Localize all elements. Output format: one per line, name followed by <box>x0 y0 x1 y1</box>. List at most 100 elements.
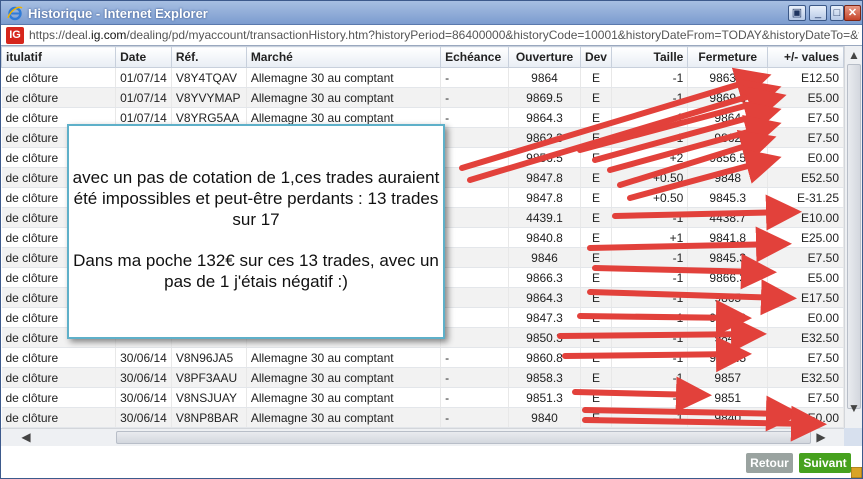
table-cell: -1 <box>611 207 689 228</box>
table-cell: 9860.8 <box>508 347 581 368</box>
table-cell: - <box>440 87 510 108</box>
table-cell: 9864 <box>508 67 581 88</box>
url-text[interactable]: https://deal.ig.com/dealing/pd/myaccount… <box>29 28 859 42</box>
table-cell: E32.50 <box>767 327 844 348</box>
table-row[interactable]: de clôture 30/06/14 V8NSJUAY Allemagne 30 a… <box>1 387 844 408</box>
table-cell: V8N96JA5 <box>171 347 247 368</box>
resize-grip-icon[interactable] <box>851 467 862 478</box>
table-cell: E7.50 <box>767 347 844 368</box>
scroll-down-icon[interactable]: ▼ <box>845 401 863 415</box>
table-cell: 9865 <box>687 287 769 308</box>
table-cell: E <box>580 127 612 148</box>
table-cell: -1 <box>611 367 689 388</box>
scroll-right-icon[interactable]: ▶ <box>812 430 830 444</box>
table-cell: -1 <box>611 267 689 288</box>
column-header[interactable]: Réf. <box>170 46 247 68</box>
column-header[interactable]: Date <box>115 46 172 68</box>
table-row[interactable]: de clôture 30/06/14 V8N96JA5 Allemagne 30 a… <box>1 347 844 368</box>
table-cell: 9847.3 <box>508 307 581 328</box>
table-cell: 9840 <box>508 407 581 428</box>
table-row[interactable]: de clôture 01/07/14 V8YVYMAP Allemagne 30 a… <box>1 87 844 108</box>
scroll-left-icon[interactable]: ◀ <box>17 430 35 444</box>
table-cell: 9856.5 <box>687 147 769 168</box>
column-header[interactable]: Dev <box>579 46 612 68</box>
address-bar[interactable]: IG https://deal.ig.com/dealing/pd/myacco… <box>1 25 862 46</box>
table-cell: 9862.3 <box>508 127 581 148</box>
table-cell: V8NP8BAR <box>171 407 247 428</box>
scroll-up-icon[interactable]: ▲ <box>845 48 863 62</box>
table-cell: 30/06/14 <box>115 407 172 428</box>
next-button[interactable]: Suivant <box>799 453 851 473</box>
maximize-button[interactable]: □ <box>830 5 844 21</box>
minimize-button[interactable]: _ <box>809 5 827 21</box>
horizontal-scrollbar[interactable]: ◀ ▶ <box>1 428 844 446</box>
table-cell: - <box>440 67 510 88</box>
vertical-scroll-thumb[interactable] <box>847 64 861 409</box>
table-cell: E <box>580 147 612 168</box>
footer-bar: Retour Suivant <box>1 446 862 478</box>
table-cell: 9864.3 <box>508 287 581 308</box>
table-cell: E7.50 <box>767 247 844 268</box>
table-cell: E5.00 <box>767 87 844 108</box>
column-header[interactable]: Fermeture <box>687 46 769 68</box>
table-cell: -1 <box>611 387 689 408</box>
annotation-text-1: avec un pas de cotation de 1,ces trades … <box>72 168 440 229</box>
back-button[interactable]: Retour <box>746 453 793 473</box>
table-cell: E <box>580 327 612 348</box>
table-cell: 9858.3 <box>508 367 581 388</box>
vertical-scrollbar[interactable]: ▲ ▼ <box>844 46 862 428</box>
table-cell: E17.50 <box>767 287 844 308</box>
table-cell <box>440 147 510 168</box>
column-header[interactable]: Marché <box>245 46 442 68</box>
table-row[interactable]: de clôture 30/06/14 V8NP8BAR Allemagne 30 a… <box>1 407 844 428</box>
table-cell: de clôture <box>1 87 117 108</box>
table-cell: E0.00 <box>767 307 844 328</box>
table-cell: Allemagne 30 au comptant <box>246 407 442 428</box>
table-cell: 9863.5 <box>687 67 769 88</box>
close-button[interactable]: ✕ <box>844 5 861 21</box>
annotation-box: avec un pas de cotation de 1,ces trades … <box>67 124 445 339</box>
table-cell: E0.00 <box>767 147 844 168</box>
restore-icon[interactable]: ▣ <box>788 5 806 21</box>
table-cell: -1 <box>611 247 689 268</box>
column-header[interactable]: Ouverture <box>508 46 581 68</box>
column-header[interactable]: itulatif <box>1 46 117 68</box>
table-cell: 9847.8 <box>508 167 581 188</box>
table-cell: E-31.25 <box>767 187 844 208</box>
table-cell: 30/06/14 <box>115 367 172 388</box>
table-cell: 4438.7 <box>687 207 769 228</box>
table-row[interactable]: de clôture 30/06/14 V8PF3AAU Allemagne 30 a… <box>1 367 844 388</box>
table-cell: 9866.3 <box>687 267 769 288</box>
table-cell <box>440 227 510 248</box>
table-cell: 01/07/14 <box>115 67 172 88</box>
column-header[interactable]: Taille <box>610 46 689 68</box>
horizontal-scroll-thumb[interactable] <box>116 431 811 444</box>
column-header[interactable]: +/- values <box>767 46 844 68</box>
table-cell: 9847.8 <box>508 187 581 208</box>
table-cell: 9845.3 <box>687 187 769 208</box>
table-cell: E10.00 <box>767 207 844 228</box>
internet-explorer-icon <box>7 6 23 21</box>
table-cell: 9840.8 <box>508 227 581 248</box>
table-cell: 9857 <box>687 367 769 388</box>
table-cell: Allemagne 30 au comptant <box>246 87 442 108</box>
table-cell: Allemagne 30 au comptant <box>246 67 442 88</box>
table-header-row: itulatif Date Réf. Marché Echéance Ouverture D… <box>1 46 844 68</box>
table-cell: - <box>440 347 510 368</box>
table-cell: 01/07/14 <box>115 87 172 108</box>
table-cell <box>440 187 510 208</box>
table-cell: E7.50 <box>767 387 844 408</box>
table-cell: de clôture <box>1 387 117 408</box>
ig-logo: IG <box>6 27 24 44</box>
column-header[interactable]: Echéance <box>440 46 510 68</box>
table-row[interactable]: de clôture 01/07/14 V8Y4TQAV Allemagne 30 a… <box>1 67 844 88</box>
annotation-text-2: Dans ma poche 132€ sur ces 13 trades, av… <box>73 251 439 291</box>
window-title: Historique - Internet Explorer <box>28 6 208 21</box>
table-cell: +2 <box>611 147 689 168</box>
table-cell: E <box>580 107 612 128</box>
title-bar: Historique - Internet Explorer ▣ _ □ ✕ <box>1 1 862 25</box>
table-cell <box>440 207 510 228</box>
table-cell: 4439.1 <box>508 207 581 228</box>
table-cell: E <box>580 187 612 208</box>
table-cell: de clôture <box>1 367 117 388</box>
